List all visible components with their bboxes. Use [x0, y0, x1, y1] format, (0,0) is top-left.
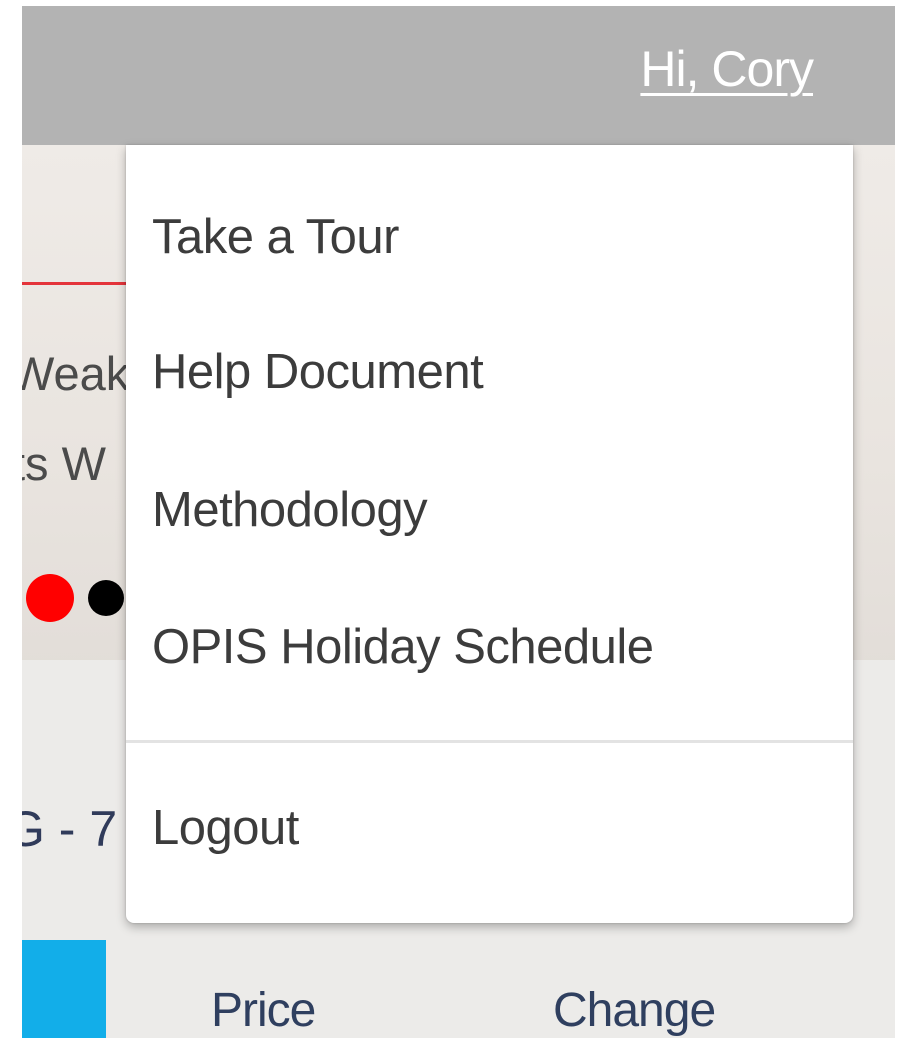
app-viewport: Hi, Cory Weak ts W G - 7 Price Change Ta… — [0, 0, 903, 1038]
change-column-header: Change — [553, 984, 716, 1037]
user-greeting-link[interactable]: Hi, Cory — [640, 40, 814, 98]
blue-tab-block — [22, 940, 106, 1038]
price-column-header: Price — [211, 984, 316, 1037]
carousel-dot-active[interactable] — [26, 574, 74, 622]
product-code-fragment: G - 7 — [22, 801, 118, 857]
menu-item-logout[interactable]: Logout — [152, 800, 299, 856]
right-edge-margin — [895, 0, 903, 1038]
left-edge-margin — [0, 0, 22, 1038]
top-header-bar: Hi, Cory — [22, 6, 895, 145]
menu-item-take-a-tour[interactable]: Take a Tour — [152, 209, 399, 265]
user-dropdown-menu: Take a Tour Help Document Methodology OP… — [126, 145, 853, 923]
headline-fragment-2: ts W — [22, 437, 106, 490]
section-divider-red — [22, 282, 142, 285]
headline-fragment-1: Weak — [22, 347, 130, 400]
menu-divider — [126, 740, 853, 743]
menu-item-methodology[interactable]: Methodology — [152, 482, 428, 538]
carousel-dot[interactable] — [88, 580, 124, 616]
menu-item-holiday-schedule[interactable]: OPIS Holiday Schedule — [152, 619, 654, 675]
menu-item-help-document[interactable]: Help Document — [152, 344, 484, 400]
